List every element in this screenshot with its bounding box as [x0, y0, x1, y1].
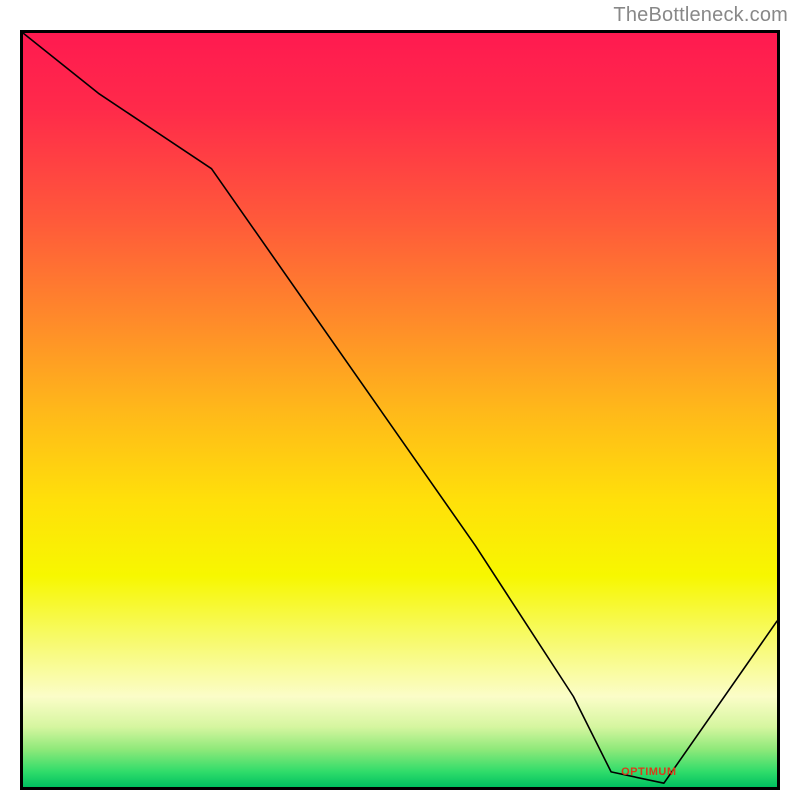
curve-svg — [23, 33, 777, 787]
curve-path — [23, 33, 777, 783]
optimum-marker: OPTIMUM — [621, 766, 676, 778]
plot-frame: OPTIMUM — [20, 30, 780, 790]
chart-stage: TheBottleneck.com OPTIMUM — [0, 0, 800, 800]
attribution-text: TheBottleneck.com — [613, 4, 788, 27]
